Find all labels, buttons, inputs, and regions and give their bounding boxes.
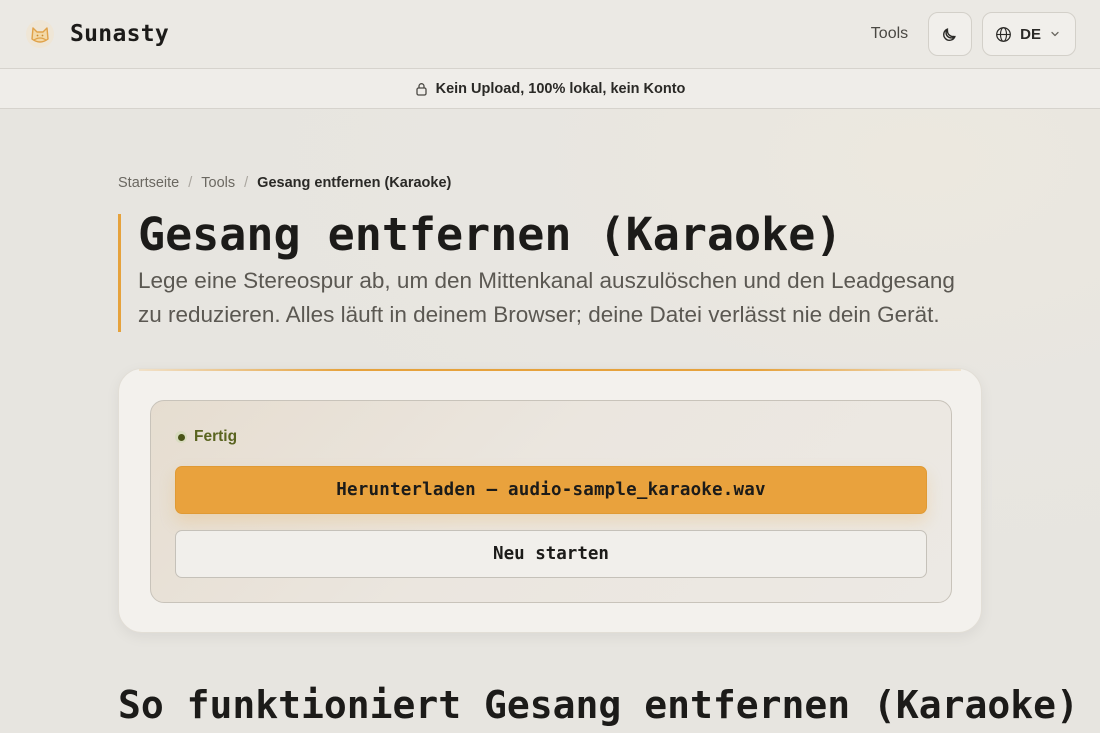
language-label: DE bbox=[1020, 25, 1041, 43]
header-nav: Tools DE bbox=[861, 12, 1076, 56]
lock-icon bbox=[415, 82, 427, 96]
privacy-banner: Kein Upload, 100% lokal, kein Konto bbox=[0, 68, 1100, 109]
site-header: Sunasty Tools DE bbox=[0, 0, 1100, 68]
restart-button[interactable]: Neu starten bbox=[175, 530, 927, 578]
breadcrumb-separator: / bbox=[244, 175, 249, 191]
chevron-down-icon bbox=[1051, 31, 1059, 37]
breadcrumb-home[interactable]: Startseite bbox=[118, 175, 179, 191]
brand-link[interactable]: Sunasty bbox=[24, 18, 169, 50]
moon-icon bbox=[943, 28, 956, 41]
breadcrumb: Startseite / Tools / Gesang entfernen (K… bbox=[118, 175, 451, 191]
status-dot-icon bbox=[175, 431, 187, 443]
result-panel: Fertig Herunterladen — audio-sample_kara… bbox=[150, 400, 952, 603]
breadcrumb-current: Gesang entfernen (Karaoke) bbox=[257, 175, 452, 191]
status-badge: Fertig bbox=[175, 428, 237, 446]
status-label: Fertig bbox=[194, 428, 238, 445]
nav-tools-link[interactable]: Tools bbox=[861, 25, 918, 43]
breadcrumb-separator: / bbox=[188, 175, 193, 191]
card-accent-line bbox=[139, 369, 961, 371]
tool-card: Fertig Herunterladen — audio-sample_kara… bbox=[118, 368, 982, 633]
theme-toggle-button[interactable] bbox=[928, 12, 973, 56]
privacy-banner-text: Kein Upload, 100% lokal, kein Konto bbox=[435, 80, 686, 97]
download-button[interactable]: Herunterladen — audio-sample_karaoke.wav bbox=[175, 466, 927, 514]
globe-icon bbox=[996, 26, 1012, 42]
how-it-works-heading: So funktioniert Gesang entfernen (Karaok… bbox=[118, 683, 1079, 727]
language-select[interactable]: DE bbox=[982, 12, 1076, 56]
page-title: Gesang entfernen (Karaoke) bbox=[138, 208, 843, 261]
cat-logo-icon bbox=[24, 18, 56, 50]
hero: Gesang entfernen (Karaoke) Lege eine Ste… bbox=[118, 208, 978, 332]
page: Sunasty Tools DE Kein Upload, 100% lokal… bbox=[0, 0, 1100, 733]
page-description: Lege eine Stereospur ab, um den Mittenka… bbox=[138, 268, 955, 327]
brand-name: Sunasty bbox=[70, 21, 170, 47]
breadcrumb-tools[interactable]: Tools bbox=[201, 175, 235, 191]
